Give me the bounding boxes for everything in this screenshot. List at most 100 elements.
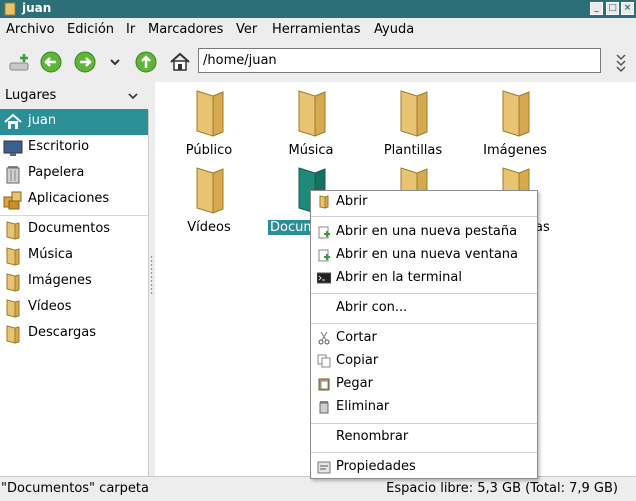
file-item-publico[interactable]: Público (159, 88, 259, 160)
home-icon (4, 113, 22, 129)
sidebar-header[interactable]: Lugares (0, 82, 149, 110)
file-item-videos[interactable]: Vídeos (159, 165, 259, 237)
back-icon[interactable] (38, 49, 64, 75)
chevron-down-icon[interactable] (127, 90, 139, 102)
location-text: /home/juan (203, 53, 277, 68)
menu-item-label: Renombrar (336, 429, 409, 444)
minimize-button[interactable]: _ (590, 2, 603, 15)
sidebar-item-imagenes[interactable]: Imágenes (0, 269, 148, 295)
new-tab-icon (318, 226, 330, 239)
toolbar: /home/juan (0, 42, 636, 82)
folder-icon (6, 247, 20, 266)
status-bar: "Documentos" carpeta Espacio libre: 5,3 … (0, 476, 636, 501)
menu-item-cortar[interactable]: Cortar (311, 327, 537, 350)
file-item-musica[interactable]: Música (261, 88, 361, 160)
status-selection: "Documentos" carpeta (1, 481, 149, 496)
up-icon[interactable] (133, 49, 159, 75)
sidebar-item-documentos[interactable]: Documentos (0, 217, 148, 243)
menu-item-copiar[interactable]: Copiar (311, 350, 537, 373)
menu-item-abrir-nueva-ventana[interactable]: Abrir en una nueva ventana (311, 244, 537, 267)
menu-separator (311, 293, 537, 294)
status-free-space: Espacio libre: 5,3 GB (Total: 7,9 GB) (386, 481, 618, 496)
menu-item-label: Copiar (336, 353, 379, 368)
folder-icon (196, 90, 224, 137)
sidebar-item-videos[interactable]: Vídeos (0, 295, 148, 321)
sidebar-item-descargas[interactable]: Descargas (0, 321, 148, 347)
menu-separator (311, 423, 537, 424)
home-icon[interactable] (167, 49, 193, 75)
folder-icon (6, 325, 20, 344)
menu-ver[interactable]: Ver (236, 22, 257, 37)
file-item-label: Música (288, 143, 334, 158)
go-icon[interactable] (608, 49, 634, 75)
title-bar: juan _ □ × (0, 0, 636, 18)
sidebar-item-musica[interactable]: Música (0, 243, 148, 269)
menu-item-abrir-nueva-pestana[interactable]: Abrir en una nueva pestaña (311, 221, 537, 244)
menu-item-label: Propiedades (336, 459, 416, 474)
menu-item-label: Abrir en la terminal (336, 270, 462, 285)
file-item-imagenes[interactable]: Imágenes (465, 88, 565, 160)
sidebar-item-label: Música (28, 247, 73, 262)
menu-item-label: Cortar (336, 330, 377, 345)
menu-item-pegar[interactable]: Pegar (311, 373, 537, 396)
file-item-label: Docum (268, 220, 317, 235)
file-item-plantillas[interactable]: Plantillas (363, 88, 463, 160)
menu-item-eliminar[interactable]: Eliminar (311, 396, 537, 419)
forward-icon[interactable] (72, 49, 98, 75)
context-menu: Abrir Abrir en una nueva pestaña Abrir e… (310, 190, 538, 479)
menu-item-label: Abrir (336, 194, 368, 209)
sidebar-item-label: Vídeos (28, 299, 72, 314)
menu-ayuda[interactable]: Ayuda (374, 22, 414, 37)
sidebar-divider (0, 215, 148, 216)
history-dropdown-icon[interactable] (102, 49, 128, 75)
folder-icon (4, 2, 16, 16)
menu-item-abrir[interactable]: Abrir (311, 191, 537, 214)
open-folder-icon (319, 195, 329, 209)
desktop-icon (3, 140, 23, 156)
new-window-icon (318, 249, 330, 262)
close-button[interactable]: × (621, 2, 634, 15)
file-item-label: Vídeos (187, 220, 231, 235)
terminal-icon (317, 272, 331, 284)
pane-splitter[interactable] (150, 255, 153, 295)
folder-icon (6, 273, 20, 292)
applications-icon (3, 191, 22, 210)
sidebar-item-papelera[interactable]: Papelera (0, 161, 148, 187)
menu-marcadores[interactable]: Marcadores (148, 22, 223, 37)
menu-item-label: Abrir con... (336, 300, 408, 315)
menu-separator (311, 216, 537, 217)
sidebar-item-escritorio[interactable]: Escritorio (0, 135, 148, 161)
menu-herramientas[interactable]: Herramientas (272, 22, 361, 37)
sidebar-item-juan[interactable]: juan (0, 109, 148, 135)
sidebar-item-label: Imágenes (28, 273, 92, 288)
sidebar-item-label: juan (28, 113, 57, 128)
menu-item-label: Pegar (336, 376, 373, 391)
file-item-label: Imágenes (483, 143, 547, 158)
folder-icon (298, 90, 326, 137)
delete-icon (319, 401, 329, 414)
menu-archivo[interactable]: Archivo (6, 22, 55, 37)
menu-separator (311, 323, 537, 324)
properties-icon (317, 461, 331, 474)
trash-icon (6, 166, 20, 184)
file-item-label: Plantillas (383, 143, 443, 158)
menu-item-label: Abrir en una nueva ventana (336, 247, 518, 262)
copy-icon (317, 354, 331, 368)
menu-item-propiedades[interactable]: Propiedades (311, 456, 537, 479)
menu-edicion[interactable]: Edición (67, 22, 114, 37)
folder-icon (502, 90, 530, 137)
sidebar-item-label: Escritorio (28, 139, 90, 154)
folder-icon (400, 90, 428, 137)
folder-icon (6, 221, 20, 240)
sidebar-item-aplicaciones[interactable]: Aplicaciones (0, 187, 148, 213)
menu-item-renombrar[interactable]: Renombrar (311, 426, 537, 449)
maximize-button[interactable]: □ (606, 2, 619, 15)
sidebar-item-label: Aplicaciones (28, 191, 110, 206)
new-tab-icon[interactable] (6, 49, 32, 75)
location-bar[interactable]: /home/juan (198, 48, 601, 73)
menu-ir[interactable]: Ir (126, 22, 135, 37)
folder-icon (196, 167, 224, 214)
menu-item-abrir-terminal[interactable]: Abrir en la terminal (311, 267, 537, 290)
folder-icon (6, 299, 20, 318)
menu-item-abrir-con[interactable]: Abrir con... (311, 297, 537, 320)
